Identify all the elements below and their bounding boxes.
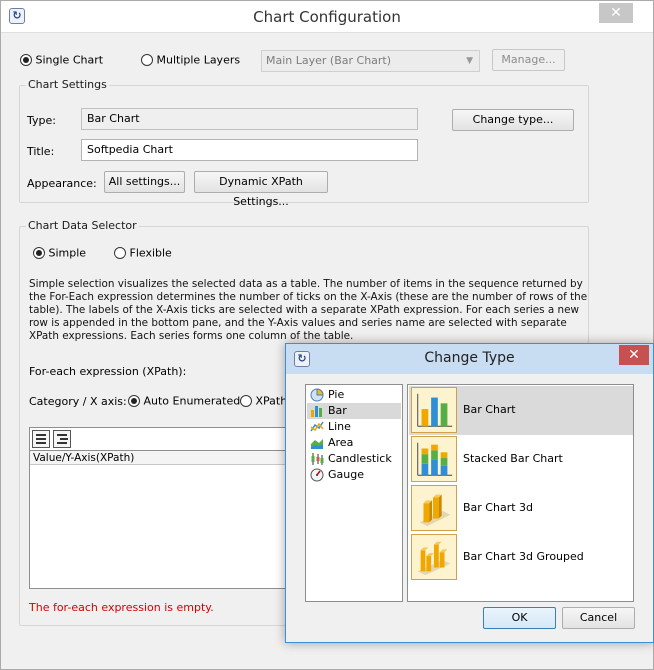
cancel-button[interactable]: Cancel [562, 607, 635, 629]
variant-label: Bar Chart 3d Grouped [463, 550, 584, 563]
simple-selection-description: Simple selection visualizes the selected… [29, 278, 588, 342]
flexible-label: Flexible [129, 246, 172, 260]
variant-label: Stacked Bar Chart [463, 452, 563, 465]
bar-chart-3d-grouped-thumbnail-icon [411, 534, 457, 580]
auto-enumerated-label: Auto Enumerated [143, 394, 241, 408]
category-label: Category / X axis: [29, 395, 127, 408]
type-item-label: Area [328, 436, 354, 449]
change-type-button[interactable]: Change type... [452, 109, 574, 131]
variant-bar-chart-3d-grouped[interactable]: Bar Chart 3d Grouped [409, 533, 633, 582]
type-item-bar[interactable]: Bar [307, 403, 401, 419]
type-item-label: Line [328, 420, 351, 433]
single-chart-label: Single Chart [35, 53, 104, 67]
chart-data-selector-title: Chart Data Selector [26, 219, 139, 232]
flexible-radio[interactable]: Flexible [114, 246, 172, 260]
variant-bar-chart[interactable]: Bar Chart [409, 386, 633, 435]
foreach-label: For-each expression (XPath): [29, 365, 187, 378]
chart-settings-title: Chart Settings [26, 78, 109, 91]
radio-unchecked-icon [240, 395, 252, 407]
layer-select-value: Main Layer (Bar Chart) [266, 54, 392, 67]
window-titlebar[interactable]: ↻ Chart Configuration ✕ [1, 1, 653, 33]
radio-checked-icon [33, 247, 45, 259]
multiple-layers-radio[interactable]: Multiple Layers [141, 53, 240, 67]
xpath-label: XPath [255, 394, 288, 408]
type-item-label: Pie [328, 388, 345, 401]
manage-button[interactable]: Manage... [492, 49, 565, 71]
type-item-label: Candlestick [328, 452, 392, 465]
layer-select[interactable]: Main Layer (Bar Chart) ▼ [261, 50, 480, 72]
bar-chart-icon [311, 406, 322, 417]
type-field: Bar Chart [81, 108, 418, 130]
change-type-dialog: ↻ Change Type ✕ Pie Bar Line Area Candle… [285, 343, 654, 643]
series-grid[interactable]: Value/Y-Axis(XPath) [29, 427, 329, 589]
variant-bar-chart-3d[interactable]: Bar Chart 3d [409, 484, 633, 533]
stacked-bar-chart-thumbnail-icon [411, 436, 457, 482]
chevron-down-icon: ▼ [466, 56, 473, 66]
radio-unchecked-icon [141, 54, 153, 66]
window-title: Chart Configuration [253, 8, 401, 26]
type-item-candlestick[interactable]: Candlestick [307, 451, 401, 467]
grid-column-header[interactable]: Value/Y-Axis(XPath) [30, 450, 328, 465]
chart-variant-list[interactable]: Bar Chart Stacked Bar Chart Bar Chart 3d [407, 384, 634, 602]
add-series-icon[interactable] [32, 430, 50, 448]
xpath-radio[interactable]: XPath [240, 394, 287, 408]
auto-enumerated-radio[interactable]: Auto Enumerated [128, 394, 240, 408]
radio-checked-icon [128, 395, 140, 407]
dialog-titlebar[interactable]: ↻ Change Type ✕ [286, 344, 653, 374]
all-settings-button[interactable]: All settings... [104, 171, 185, 193]
variant-label: Bar Chart [463, 403, 516, 416]
remove-series-icon[interactable] [53, 430, 71, 448]
close-icon[interactable]: ✕ [599, 3, 633, 23]
radio-unchecked-icon [114, 247, 126, 259]
bar-chart-3d-thumbnail-icon [411, 485, 457, 531]
close-icon[interactable]: ✕ [619, 345, 649, 365]
variant-stacked-bar-chart[interactable]: Stacked Bar Chart [409, 435, 633, 484]
variant-label: Bar Chart 3d [463, 501, 534, 514]
line-chart-icon [310, 421, 324, 432]
type-item-line[interactable]: Line [307, 419, 401, 435]
ok-button[interactable]: OK [483, 607, 556, 629]
appearance-label: Appearance: [27, 177, 97, 190]
type-item-gauge[interactable]: Gauge [307, 467, 401, 483]
simple-radio[interactable]: Simple [33, 246, 86, 260]
radio-checked-icon [20, 54, 32, 66]
candlestick-chart-icon [311, 453, 324, 465]
type-item-label: Gauge [328, 468, 364, 481]
type-item-area[interactable]: Area [307, 435, 401, 451]
gauge-chart-icon [310, 468, 324, 482]
single-chart-radio[interactable]: Single Chart [20, 53, 103, 67]
dialog-title: Change Type [424, 350, 515, 366]
title-input[interactable]: Softpedia Chart [81, 139, 418, 161]
bar-chart-thumbnail-icon [411, 387, 457, 433]
type-item-pie[interactable]: Pie [307, 387, 401, 403]
chart-type-list[interactable]: Pie Bar Line Area Candlestick Gauge [305, 384, 403, 602]
dynamic-xpath-settings-button[interactable]: Dynamic XPath Settings... [194, 171, 328, 208]
multiple-layers-label: Multiple Layers [156, 53, 241, 67]
simple-label: Simple [48, 246, 87, 260]
title-label: Title: [27, 145, 55, 158]
type-label: Type: [27, 114, 56, 127]
area-chart-icon [311, 439, 323, 449]
type-item-label: Bar [328, 404, 347, 417]
error-message: The for-each expression is empty. [29, 601, 214, 614]
pie-chart-icon [310, 388, 324, 402]
